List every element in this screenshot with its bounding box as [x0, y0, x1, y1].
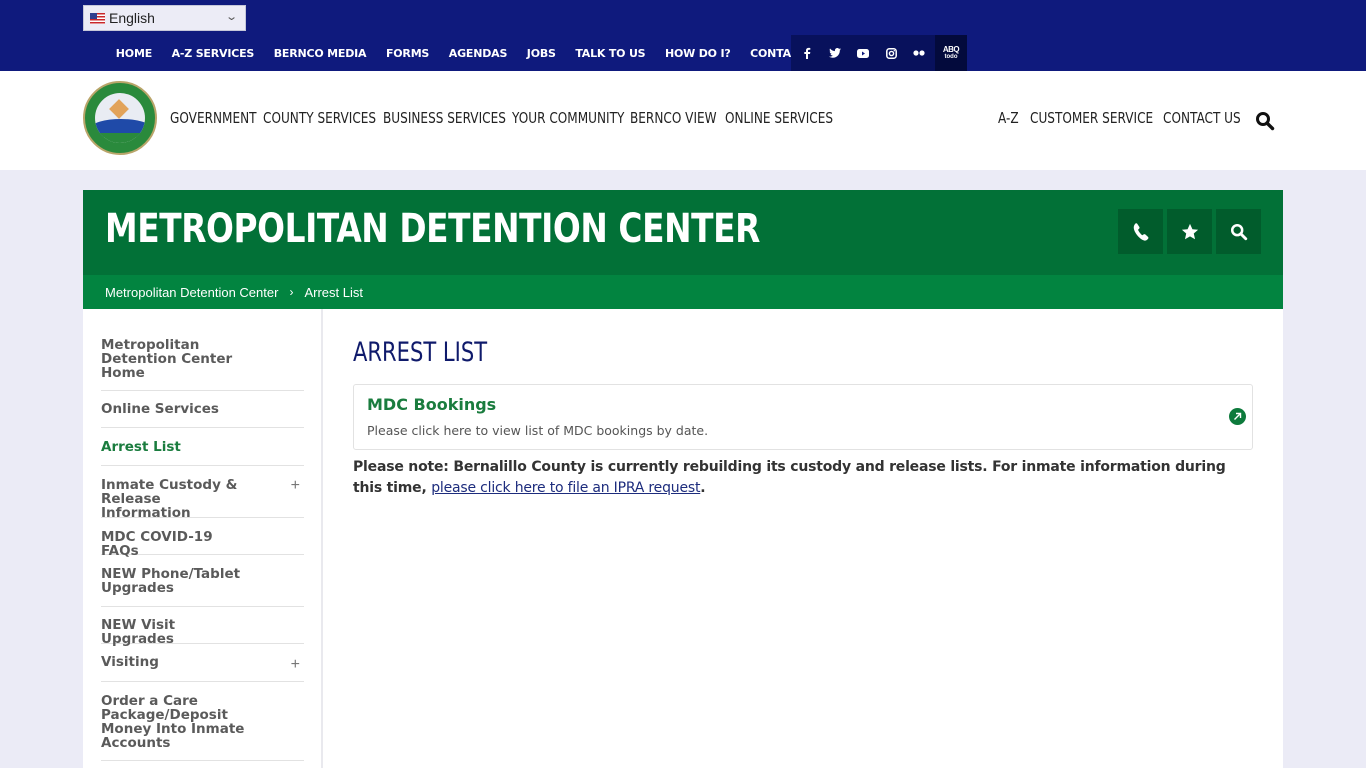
breadcrumb: Metropolitan Detention Center › Arrest L…: [83, 275, 1283, 309]
main-nav-business-services[interactable]: BUSINESS SERVICES: [383, 109, 506, 127]
page-title: ARREST LIST: [353, 337, 488, 368]
department-title: METROPOLITAN DETENTION CENTER: [105, 206, 760, 252]
right-nav-a-z[interactable]: A-Z: [998, 109, 1019, 127]
search-icon: [1230, 223, 1247, 240]
utility-link-agendas[interactable]: AGENDAS: [439, 47, 517, 60]
expand-plus-icon[interactable]: +: [291, 477, 300, 495]
facebook-icon[interactable]: [793, 35, 821, 71]
sidebar-nav: Metropolitan Detention Center Home Onlin…: [83, 309, 323, 768]
sidebar-item-label: Online Services: [101, 401, 219, 417]
utility-bar: English ⌄ HOME A-Z SERVICES BERNCO MEDIA…: [0, 0, 1366, 71]
sidebar-item-phone-tablet-upgrades[interactable]: NEW Phone/Tablet Upgrades: [101, 555, 304, 607]
breadcrumb-link-mdc[interactable]: Metropolitan Detention Center: [105, 285, 278, 300]
phone-button[interactable]: [1118, 209, 1163, 254]
twitter-icon[interactable]: [821, 35, 849, 71]
card-title: MDC Bookings: [367, 395, 497, 414]
utility-link-a-z-services[interactable]: A-Z SERVICES: [162, 47, 264, 60]
phone-icon: [1133, 222, 1148, 241]
main-nav-government[interactable]: GOVERNMENT: [170, 109, 257, 127]
utility-link-jobs[interactable]: JOBS: [517, 47, 566, 60]
language-selector[interactable]: English ⌄: [83, 5, 246, 31]
zia-sun-emblem: [109, 99, 129, 119]
main-nav-online-services[interactable]: ONLINE SERVICES: [725, 109, 833, 127]
sidebar-item-care-package[interactable]: Order a Care Package/Deposit Money Into …: [101, 682, 304, 761]
sidebar-item-label: Order a Care Package/Deposit Money Into …: [101, 693, 245, 751]
youtube-icon[interactable]: [849, 35, 877, 71]
us-flag-icon: [90, 12, 105, 24]
expand-plus-icon[interactable]: +: [291, 656, 300, 674]
instagram-icon[interactable]: [877, 35, 905, 71]
social-links: ABQ todo: [791, 35, 967, 71]
sidebar-item-covid-faqs[interactable]: MDC COVID-19 FAQs: [101, 518, 304, 559]
sidebar-item-label: Inmate Custody & Release Information: [101, 477, 238, 521]
main-nav-county-services[interactable]: COUNTY SERVICES: [263, 109, 376, 127]
banner-search-button[interactable]: [1216, 209, 1261, 254]
sidebar-item-label: Arrest List: [101, 439, 181, 455]
main-nav: GOVERNMENT COUNTY SERVICES BUSINESS SERV…: [170, 109, 875, 127]
sidebar-item-label: NEW Phone/Tablet Upgrades: [101, 566, 241, 596]
sidebar-item-inmate-custody[interactable]: Inmate Custody & Release Information +: [101, 466, 304, 521]
sidebar-item-mdc-home[interactable]: Metropolitan Detention Center Home: [101, 338, 304, 391]
sidebar-item-visiting[interactable]: Visiting +: [101, 644, 304, 682]
utility-link-how-do-i[interactable]: HOW DO I?: [655, 47, 740, 60]
breadcrumb-current: Arrest List: [304, 284, 363, 300]
county-seal-logo[interactable]: [83, 81, 157, 155]
main-header: GOVERNMENT COUNTY SERVICES BUSINESS SERV…: [0, 71, 1366, 170]
right-nav-contact-us[interactable]: CONTACT US: [1163, 109, 1241, 127]
external-link-arrow-icon[interactable]: [1229, 408, 1246, 425]
sidebar-item-label: Visiting: [101, 654, 159, 670]
utility-link-bernco-media[interactable]: BERNCO MEDIA: [264, 47, 376, 60]
chevron-down-icon: ⌄: [224, 11, 238, 23]
language-value: English: [109, 10, 155, 26]
utility-link-forms[interactable]: FORMS: [376, 47, 439, 60]
main-nav-bernco-view[interactable]: BERNCO VIEW: [630, 109, 717, 127]
favorite-button[interactable]: [1167, 209, 1212, 254]
field-emblem: [95, 133, 145, 143]
sidebar-item-label: NEW Visit Upgrades: [101, 617, 176, 647]
main-nav-your-community[interactable]: YOUR COMMUNITY: [512, 109, 624, 127]
chevron-right-icon: ›: [289, 285, 294, 299]
flickr-icon[interactable]: [905, 35, 933, 71]
department-banner: METROPOLITAN DETENTION CENTER: [83, 190, 1283, 275]
abq-todo-bottom: todo: [944, 53, 958, 60]
sidebar-item-arrest-list[interactable]: Arrest List: [101, 428, 304, 466]
notice-suffix: .: [700, 480, 706, 496]
search-icon[interactable]: [1255, 111, 1275, 131]
main-content: ARREST LIST MDC Bookings Please click he…: [353, 309, 1253, 768]
right-nav-customer-service[interactable]: CUSTOMER SERVICE: [1030, 109, 1153, 127]
utility-link-home[interactable]: HOME: [106, 47, 162, 60]
content-area: Metropolitan Detention Center Home Onlin…: [83, 309, 1283, 768]
ipra-request-link[interactable]: please click here to file an IPRA reques…: [431, 480, 700, 496]
custody-notice: Please note: Bernalillo County is curren…: [353, 457, 1253, 499]
utility-nav: HOME A-Z SERVICES BERNCO MEDIA FORMS AGE…: [106, 36, 836, 71]
utility-link-talk-to-us[interactable]: TALK TO US: [566, 47, 656, 60]
seal-inner: [95, 93, 145, 143]
star-icon: [1181, 223, 1198, 239]
abq-todo-icon[interactable]: ABQ todo: [935, 35, 967, 71]
abq-todo-top: ABQ: [942, 44, 960, 54]
sidebar-item-visit-upgrades[interactable]: NEW Visit Upgrades: [101, 607, 304, 647]
sidebar-item-online-services[interactable]: Online Services: [101, 391, 304, 428]
sidebar-item-label: Metropolitan Detention Center Home: [101, 337, 233, 381]
mdc-bookings-card[interactable]: MDC Bookings Please click here to view l…: [353, 384, 1253, 450]
card-description: Please click here to view list of MDC bo…: [367, 423, 709, 438]
sidebar-item-label: MDC COVID-19 FAQs: [101, 529, 213, 559]
